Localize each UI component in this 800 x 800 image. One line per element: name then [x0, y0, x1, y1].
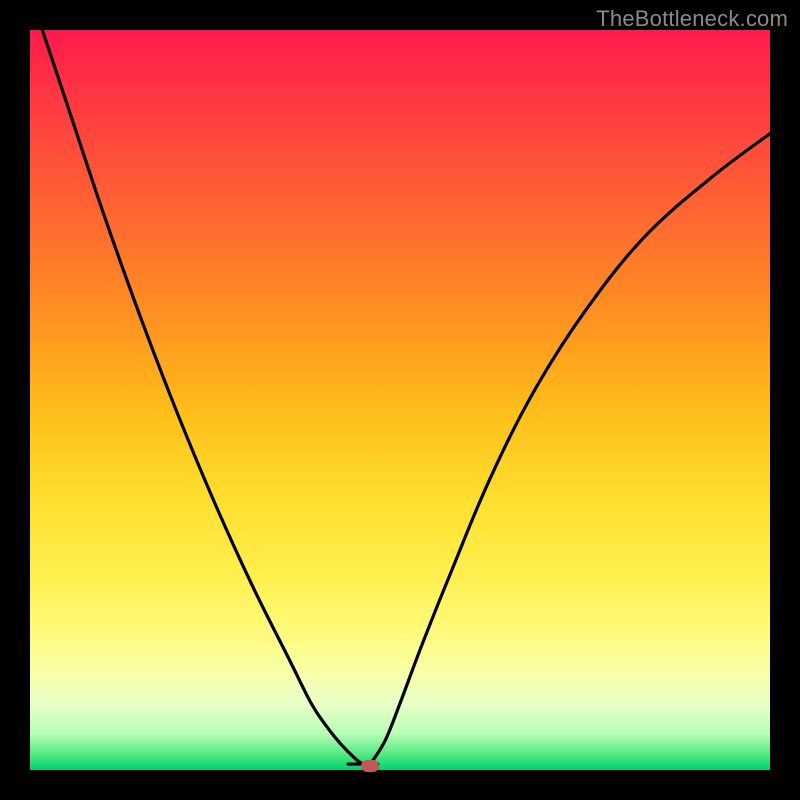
chart-frame: TheBottleneck.com: [0, 0, 800, 800]
optimal-point-marker: [361, 760, 379, 772]
curve-layer: [30, 30, 770, 770]
attribution-label: TheBottleneck.com: [596, 6, 788, 32]
plot-area: [30, 30, 770, 770]
bottleneck-curve-left: [30, 30, 363, 764]
bottleneck-curve-right: [370, 134, 770, 764]
